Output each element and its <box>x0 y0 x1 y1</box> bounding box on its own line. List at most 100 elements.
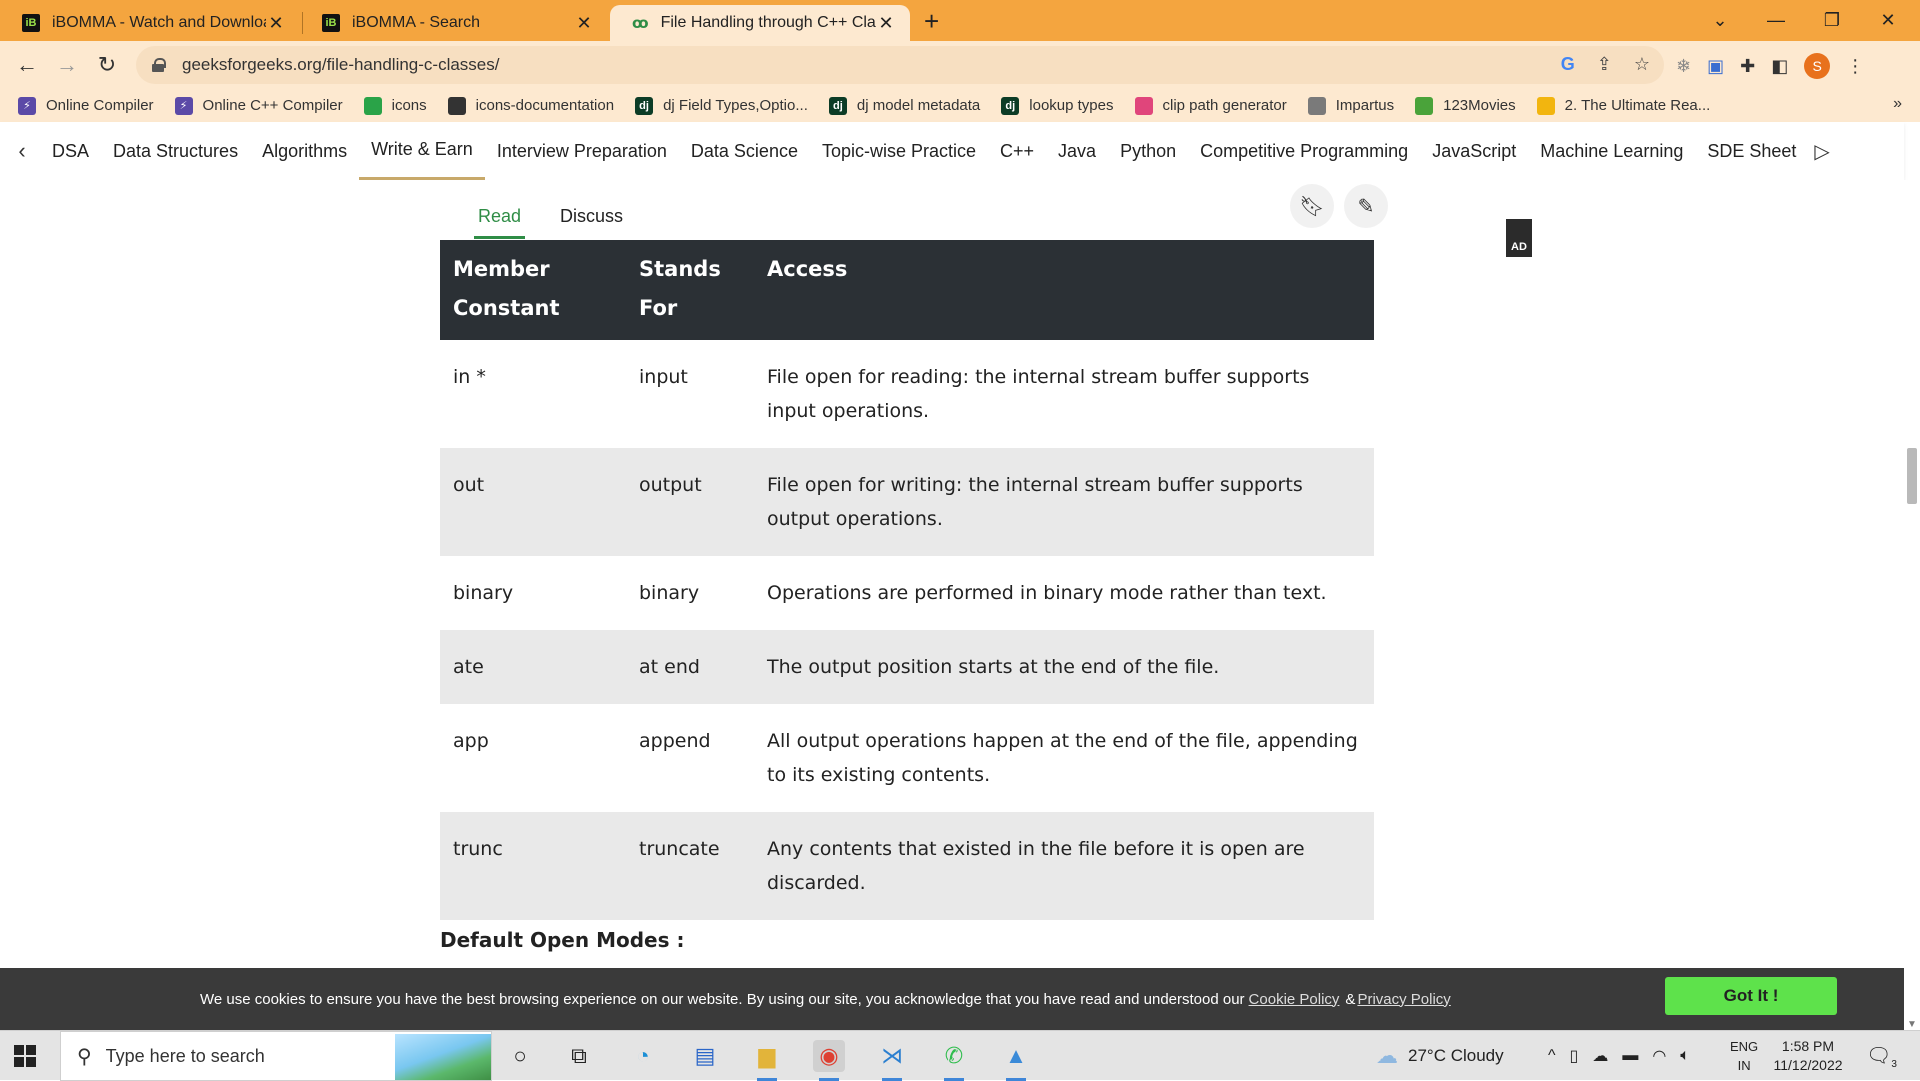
edge-icon[interactable]: ◔ <box>627 1040 659 1072</box>
nav-item[interactable]: Data Science <box>679 122 810 180</box>
nav-item[interactable]: DSA <box>40 122 101 180</box>
search-placeholder: Type here to search <box>105 1045 265 1066</box>
bookmark-item[interactable]: icons <box>363 96 427 115</box>
windows-taskbar: ⚲ Type here to search ○ ⧉ ◔ ▤ ▆ ◉ ⋊ ✆ ▲ … <box>0 1030 1920 1081</box>
scroll-down-arrow-icon[interactable]: ▼ <box>1907 1019 1917 1030</box>
browser-tab-file-handling[interactable]: ꝏ File Handling through C++ Class ✕ <box>610 5 910 41</box>
search-icon: ⚲ <box>77 1045 92 1068</box>
language-indicator[interactable]: ENG IN <box>1730 1037 1758 1075</box>
bookmark-item[interactable]: dj lookup types <box>1001 96 1114 115</box>
google-lens-icon[interactable]: G <box>1561 54 1575 75</box>
nav-item[interactable]: Interview Preparation <box>485 122 679 180</box>
whatsapp-icon[interactable]: ✆ <box>938 1040 970 1081</box>
bookmark-item[interactable]: ⚡ Online Compiler <box>18 96 154 115</box>
vscode-icon[interactable]: ⋊ <box>876 1040 908 1081</box>
bookmark-icon[interactable]: 🔖︎ <box>1290 184 1334 228</box>
side-panel-icon[interactable]: ◧ <box>1771 56 1788 77</box>
edit-pencil-icon[interactable]: ✎ <box>1344 184 1388 228</box>
tab-read[interactable]: Read <box>473 206 526 239</box>
extension-screen-icon[interactable]: ▣ <box>1707 56 1724 77</box>
extensions-puzzle-icon[interactable]: ✚ <box>1740 56 1755 77</box>
volume-icon[interactable]: 🔈︎ <box>1680 1047 1690 1065</box>
close-tab-icon[interactable]: ✕ <box>266 13 286 34</box>
photos-icon[interactable]: ▲ <box>1000 1040 1032 1081</box>
wifi-icon[interactable]: ◠ <box>1652 1046 1666 1066</box>
browser-tab-ibomma-watch[interactable]: iB iBOMMA - Watch and Download ✕ <box>0 5 300 41</box>
cookie-policy-link[interactable]: Cookie Policy <box>1249 991 1340 1008</box>
address-bar[interactable]: geeksforgeeks.org/file-handling-c-classe… <box>136 46 1664 84</box>
scrollbar-thumb[interactable] <box>1907 448 1917 504</box>
battery-icon[interactable]: ▬ <box>1622 1047 1638 1065</box>
nav-item[interactable]: Competitive Programming <box>1188 122 1420 180</box>
reel-icon <box>1415 96 1434 115</box>
browser-tab-ibomma-search[interactable]: iB iBOMMA - Search ✕ <box>300 5 608 41</box>
url-text[interactable]: geeksforgeeks.org/file-handling-c-classe… <box>182 55 500 75</box>
table-header-cell: Access <box>754 240 1374 340</box>
got-it-button[interactable]: Got It ! <box>1665 977 1837 1015</box>
windows-start-icon[interactable] <box>14 1045 36 1067</box>
nav-scroll-right-icon[interactable]: ▷ <box>1814 139 1829 164</box>
table-cell: Operations are performed in binary mode … <box>767 582 1327 604</box>
close-tab-icon[interactable]: ✕ <box>574 13 594 34</box>
privacy-policy-link[interactable]: Privacy Policy <box>1357 991 1450 1008</box>
tab-discuss[interactable]: Discuss <box>560 206 623 227</box>
task-view-icon[interactable]: ⧉ <box>563 1040 595 1072</box>
bookmark-item[interactable]: dj dj Field Types,Optio... <box>635 96 808 115</box>
ad-badge[interactable]: AD <box>1506 219 1532 257</box>
nav-item[interactable]: Python <box>1108 122 1188 180</box>
bookmark-label: icons-documentation <box>475 97 615 114</box>
back-arrow-icon[interactable]: ← <box>12 50 42 80</box>
nav-item[interactable]: Algorithms <box>250 122 359 180</box>
bookmark-item[interactable]: ⚡ Online C++ Compiler <box>174 96 343 115</box>
store-icon[interactable]: ▤ <box>689 1040 721 1072</box>
reload-icon[interactable]: ↻ <box>92 50 122 80</box>
nav-item[interactable]: C++ <box>988 122 1046 180</box>
device-icon[interactable]: ▯ <box>1570 1046 1579 1066</box>
bookmark-item[interactable]: 2. The Ultimate Rea... <box>1536 96 1710 115</box>
lock-icon[interactable] <box>152 58 166 72</box>
ibomma-favicon-icon: iB <box>22 14 40 32</box>
cookie-consent-bar: We use cookies to ensure you have the be… <box>0 968 1904 1030</box>
forward-arrow-icon[interactable]: → <box>52 50 82 80</box>
weather-widget[interactable]: ☁ 27°C Cloudy <box>1376 1031 1504 1081</box>
bookmark-item[interactable]: 123Movies <box>1415 96 1516 115</box>
nav-item[interactable]: Topic-wise Practice <box>810 122 988 180</box>
cortana-icon[interactable]: ○ <box>504 1040 536 1072</box>
table-cell: File open for writing: the internal stre… <box>754 448 1374 556</box>
nav-item[interactable]: Java <box>1046 122 1108 180</box>
nav-item[interactable]: Write & Earn <box>359 122 485 180</box>
tab-search-chevron-icon[interactable]: ⌄ <box>1692 0 1748 41</box>
nav-item[interactable]: JavaScript <box>1420 122 1528 180</box>
bookmark-item[interactable]: Impartus <box>1307 96 1394 115</box>
close-tab-icon[interactable]: ✕ <box>876 13 896 34</box>
onedrive-cloud-icon[interactable]: ☁ <box>1592 1046 1608 1066</box>
ibomma-favicon-icon: iB <box>322 14 340 32</box>
file-explorer-icon[interactable]: ▆ <box>751 1040 783 1081</box>
bookmark-star-icon[interactable]: ☆ <box>1634 54 1650 75</box>
nav-item[interactable]: Machine Learning <box>1528 122 1695 180</box>
show-hidden-icons-chevron-icon[interactable]: ^ <box>1548 1047 1556 1065</box>
nav-item[interactable]: Data Structures <box>101 122 250 180</box>
share-icon[interactable]: ⇪ <box>1597 54 1612 75</box>
taskbar-clock[interactable]: 1:58 PM 11/12/2022 <box>1758 1037 1858 1075</box>
minimize-button[interactable]: — <box>1748 0 1804 41</box>
bookmark-item[interactable]: icons-documentation <box>447 96 615 115</box>
bookmark-item[interactable]: dj dj model metadata <box>828 96 980 115</box>
nav-item[interactable]: SDE Sheet <box>1695 122 1808 180</box>
new-tab-button[interactable]: + <box>924 6 939 37</box>
bookmarks-overflow-icon[interactable]: » <box>1893 95 1902 113</box>
close-window-button[interactable]: ✕ <box>1860 0 1916 41</box>
nav-scroll-left-icon[interactable]: ‹ <box>4 138 40 164</box>
bookmark-item[interactable]: clip path generator <box>1134 96 1287 115</box>
notification-center-icon[interactable]: 🗨︎3 <box>1866 1043 1897 1070</box>
extension-snowflake-icon[interactable]: ❄ <box>1676 56 1691 77</box>
taskbar-search-box[interactable]: ⚲ Type here to search <box>60 1031 492 1081</box>
table-cell: truncate <box>626 812 754 920</box>
django-icon: dj <box>828 96 847 115</box>
menu-kebab-icon[interactable]: ⋮ <box>1846 56 1864 77</box>
page-scrollbar[interactable]: ▼ <box>1904 180 1920 1030</box>
profile-avatar[interactable]: S <box>1804 53 1831 79</box>
grid-icon <box>363 96 382 115</box>
restore-button[interactable]: ❐ <box>1804 0 1860 41</box>
chrome-icon[interactable]: ◉ <box>813 1040 845 1081</box>
